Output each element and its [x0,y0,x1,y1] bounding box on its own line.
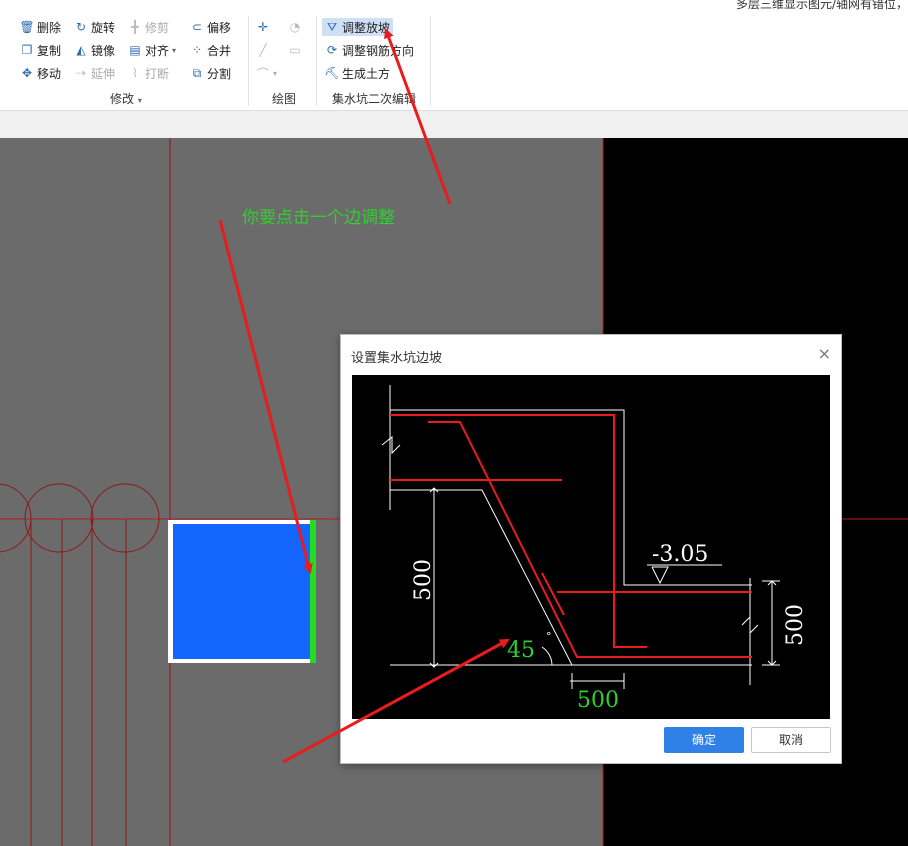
pit-edit-group-label: 集水坑二次编辑 [332,92,417,106]
split-button[interactable]: ⧉ 分割 [190,64,231,82]
merge-icon: ⁘ [191,43,203,57]
slope-diagram: -3.05 500 500 500 45 ° [352,375,830,719]
tab-strip [0,110,908,139]
split-icon: ⧉ [192,65,202,80]
draw-arc-button[interactable]: ◔ [288,18,302,36]
draw-curve-button[interactable]: ⌒ ▾ [256,64,277,82]
ribbon: 多层三维显示图元/轴网有错位， 🗑 删除 ↻ 旋转 ╋ 修剪 ⊂ 偏移 ❐ 复制 ◭ 镜像 … [0,0,908,110]
align-button[interactable]: ▤ 对齐 ▾ [128,41,176,59]
draw-rect-button[interactable]: ▭ [288,41,302,59]
group-separator [316,16,317,106]
move-button[interactable]: ✥ 移动 [20,64,61,82]
draw-group-label: 绘图 [272,92,297,106]
mirror-button[interactable]: ◭ 镜像 [74,41,115,59]
dialog-title: 设置集水坑边坡 [351,351,443,366]
align-icon: ▤ [129,43,141,57]
group-separator [248,16,249,106]
trim-icon: ╋ [131,20,139,34]
generate-earthwork-button[interactable]: ⛏ 生成土方 [324,64,390,82]
offset-icon: ⊂ [191,20,203,34]
trash-icon: 🗑 [19,20,35,34]
slope-dialog: 设置集水坑边坡 × -3.05 500 500 500 45 ° 确定 取消 [340,334,842,764]
copy-button[interactable]: ❐ 复制 [20,41,61,59]
elevation-label: -3.05 [652,542,708,567]
move-icon: ✥ [21,66,33,80]
curve-icon: ⌒ [256,66,269,81]
draw-line-button[interactable]: ╱ [256,41,270,59]
chevron-down-icon: ▾ [172,45,177,55]
extend-icon: ⇢ [75,66,87,80]
annotation-text: 你要点击一个边调整 [242,208,395,228]
draw-point-button[interactable]: ✛ [256,18,270,36]
top-status-text: 多层三维显示图元/轴网有错位， [735,0,908,11]
break-icon: ⌇ [132,66,138,80]
delete-button[interactable]: 🗑 删除 [19,18,61,36]
diagram-background [352,375,830,719]
rebar-direction-icon: ⟳ [326,43,338,57]
modify-group-label[interactable]: 修改 ▾ [110,90,142,107]
depth-label: 500 [411,559,436,601]
adjust-rebar-direction-button[interactable]: ⟳ 调整钢筋方向 [325,41,414,59]
mirror-icon: ◭ [76,43,86,57]
rotate-button[interactable]: ↻ 旋转 [74,18,115,36]
earthwork-icon: ⛏ [324,66,340,80]
chevron-down-icon: ▾ [273,68,278,78]
chevron-down-icon: ▾ [137,96,142,105]
rectangle-icon: ▭ [289,43,301,57]
rotate-icon: ↻ [75,20,87,34]
bottom-dimension-label: 500 [577,688,619,713]
offset-button[interactable]: ⊂ 偏移 [190,18,231,36]
degree-symbol: ° [546,630,552,643]
trim-button[interactable]: ╋ 修剪 [128,18,169,36]
right-dimension-label: 500 [783,604,808,646]
slope-icon: ⛛ [326,19,338,34]
sump-pit [173,524,310,659]
group-separator [430,16,431,106]
merge-button[interactable]: ⁘ 合并 [190,41,231,59]
confirm-button[interactable]: 确定 [664,727,744,753]
break-button[interactable]: ⌇ 打断 [128,64,169,82]
adjust-slope-button[interactable]: ⛛ 调整放坡 [322,18,394,36]
cancel-button[interactable]: 取消 [751,727,831,753]
slope-angle-label: 45 [507,638,535,663]
copy-icon: ❐ [21,43,33,57]
extend-button[interactable]: ⇢ 延伸 [74,64,115,82]
line-icon: ╱ [259,43,267,57]
point-icon: ✛ [257,20,269,34]
close-icon[interactable]: × [818,344,831,363]
circle-icon: ◔ [289,20,301,34]
selected-pit-edge [310,520,316,663]
